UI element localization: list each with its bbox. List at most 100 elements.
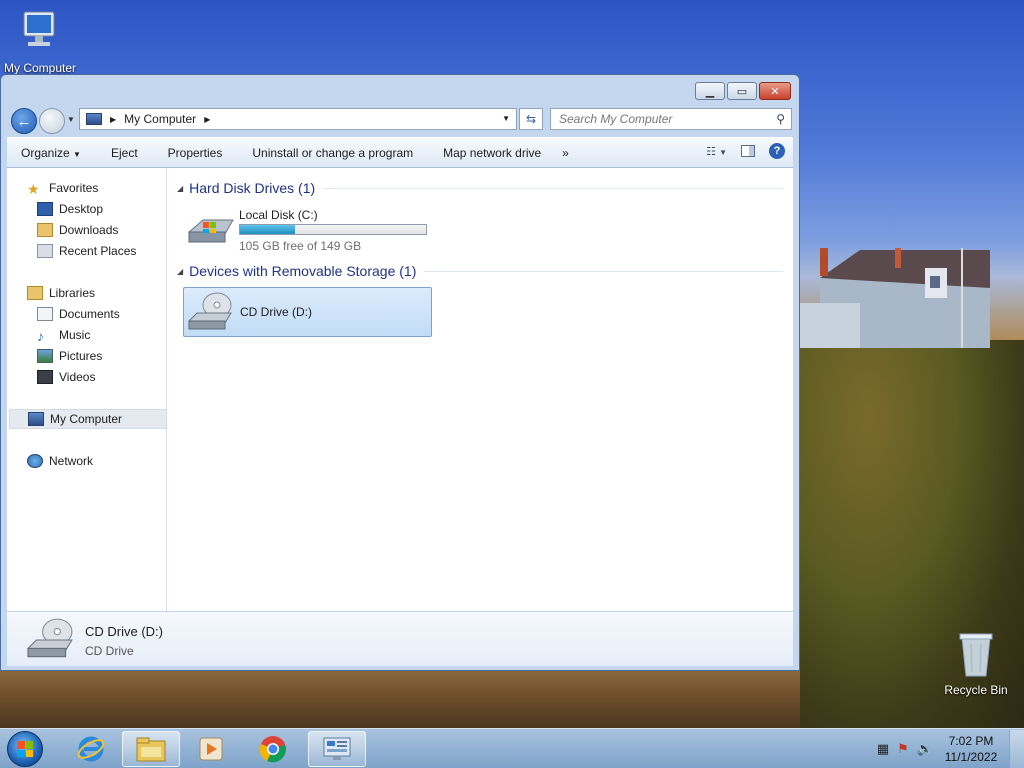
computer-icon	[23, 11, 55, 46]
view-list-icon: ☷	[706, 145, 717, 158]
nav-item-network[interactable]: Network	[27, 451, 93, 471]
organize-button[interactable]: Organize ▼	[7, 146, 96, 160]
help-button[interactable]: ?	[769, 143, 785, 159]
nav-item-my-computer[interactable]: My Computer	[9, 409, 167, 429]
computer-icon	[86, 113, 102, 125]
navigation-pane: ★ Favorites Desktop Downloads Recent Pla…	[7, 168, 167, 611]
desktop-icon	[37, 202, 53, 216]
nav-item-label: Pictures	[59, 349, 103, 363]
uninstall-program-button[interactable]: Uninstall or change a program	[237, 146, 428, 160]
nav-item-label: Recent Places	[59, 244, 137, 258]
taskbar-internet-explorer[interactable]	[62, 731, 120, 767]
back-arrow-icon: ←	[16, 112, 32, 130]
refresh-button[interactable]: ⇆	[519, 108, 543, 130]
back-button[interactable]: ←	[11, 108, 37, 134]
nav-item-desktop[interactable]: Desktop	[37, 199, 103, 219]
address-dropdown-icon[interactable]: ▼	[502, 114, 510, 123]
nav-item-recent-places[interactable]: Recent Places	[37, 241, 136, 261]
nav-item-favorites[interactable]: ★ Favorites	[27, 178, 98, 198]
command-bar: Organize ▼ Eject Properties Uninstall or…	[7, 137, 793, 168]
downloads-folder-icon	[37, 223, 53, 237]
more-commands-button[interactable]: »	[556, 146, 584, 160]
breadcrumb-my-computer[interactable]: My Computer	[124, 112, 196, 126]
drive-free-space: 105 GB free of 149 GB	[239, 239, 362, 253]
desktop-icon-label: Recycle Bin	[944, 683, 1008, 697]
rocks-landscape	[0, 668, 800, 728]
taskbar-media-player[interactable]	[182, 731, 240, 767]
recent-places-icon	[37, 244, 53, 258]
cd-drive-icon	[187, 292, 232, 330]
nav-item-label: Videos	[59, 370, 96, 384]
recycle-bin-icon	[959, 633, 993, 677]
drive-local-disk-c[interactable]: Local Disk (C:) 105 GB free of 149 GB	[183, 208, 433, 256]
nav-item-label: Libraries	[49, 286, 96, 300]
taskbar-control-panel[interactable]	[308, 731, 366, 767]
maximize-icon: ▭	[736, 85, 748, 98]
collapse-triangle-icon[interactable]: ◢	[177, 184, 183, 193]
group-header-hard-disks[interactable]: ◢ Hard Disk Drives (1)	[177, 180, 783, 196]
close-button[interactable]: ✕	[759, 82, 791, 100]
nav-item-libraries[interactable]: Libraries	[27, 283, 95, 303]
collapse-triangle-icon[interactable]: ◢	[177, 267, 183, 276]
desktop-icon-my-computer[interactable]: My Computer	[2, 8, 78, 75]
group-header-removable[interactable]: ◢ Devices with Removable Storage (1)	[177, 263, 783, 279]
videos-icon	[37, 370, 53, 384]
organize-label: Organize	[21, 145, 70, 160]
search-input[interactable]: Search My Computer ⚲	[550, 108, 792, 130]
nav-item-label: Music	[59, 328, 91, 342]
taskbar-windows-explorer[interactable]	[122, 731, 180, 767]
group-divider	[323, 187, 783, 189]
nav-item-music[interactable]: ♪ Music	[37, 325, 90, 345]
media-player-icon	[199, 737, 223, 761]
group-header-label: Devices with Removable Storage (1)	[189, 263, 417, 279]
map-network-drive-button[interactable]: Map network drive	[428, 146, 556, 160]
nav-item-label: Desktop	[59, 202, 104, 216]
search-icon[interactable]: ⚲	[776, 112, 785, 126]
windows-logo-icon	[17, 741, 33, 757]
preview-pane-button[interactable]	[741, 145, 755, 157]
volume-icon[interactable]: 🔈	[917, 741, 933, 757]
forward-button[interactable]	[39, 108, 65, 134]
star-icon: ★	[27, 181, 40, 197]
taskbar-chrome[interactable]	[244, 731, 302, 767]
minimize-button[interactable]: ▁	[695, 82, 725, 100]
breadcrumb-separator-icon[interactable]: ▶	[204, 115, 210, 124]
start-button[interactable]	[7, 731, 43, 767]
window-controls: ▁ ▭ ✕	[695, 82, 791, 100]
nav-item-downloads[interactable]: Downloads	[37, 220, 118, 240]
change-view-button[interactable]: ☷ ▼	[706, 145, 727, 158]
action-center-flag-icon[interactable]: ⚑	[897, 741, 909, 757]
nav-item-pictures[interactable]: Pictures	[37, 346, 102, 366]
nav-item-documents[interactable]: Documents	[37, 304, 120, 324]
desktop-icon-recycle-bin[interactable]: Recycle Bin	[938, 630, 1014, 697]
breadcrumb-separator-icon[interactable]: ▶	[110, 115, 116, 124]
show-desktop-button[interactable]	[1009, 730, 1024, 768]
maximize-button[interactable]: ▭	[727, 82, 757, 100]
music-icon: ♪	[37, 328, 44, 344]
disk-usage-bar	[239, 224, 427, 235]
address-bar[interactable]: ▶ My Computer ▶ ▼	[79, 108, 517, 130]
computer-icon	[28, 412, 44, 426]
folder-icon	[136, 737, 166, 762]
taskbar: ▦ ⚑ 🔈 7:02 PM 11/1/2022	[0, 728, 1024, 768]
libraries-icon	[27, 286, 43, 300]
clock[interactable]: 7:02 PM 11/1/2022	[941, 733, 1001, 765]
nav-item-videos[interactable]: Videos	[37, 367, 95, 387]
network-icon	[27, 454, 43, 468]
chevron-down-icon: ▼	[719, 147, 727, 157]
network-status-icon[interactable]: ▦	[877, 741, 889, 757]
details-item-type: CD Drive	[85, 644, 134, 658]
drive-name: Local Disk (C:)	[239, 208, 318, 222]
properties-button[interactable]: Properties	[153, 146, 238, 160]
nav-item-label: My Computer	[50, 412, 123, 426]
recent-pages-dropdown[interactable]: ▼	[67, 115, 75, 124]
cd-drive-icon	[26, 618, 73, 658]
documents-icon	[37, 307, 53, 321]
nav-item-label: Favorites	[49, 181, 99, 195]
nav-item-label: Downloads	[59, 223, 119, 237]
clock-time: 7:02 PM	[948, 734, 994, 748]
details-pane: CD Drive (D:) CD Drive	[7, 611, 793, 666]
eject-button[interactable]: Eject	[96, 146, 153, 160]
close-icon: ✕	[770, 85, 780, 98]
drive-cd-d[interactable]: CD Drive (D:)	[183, 287, 432, 337]
